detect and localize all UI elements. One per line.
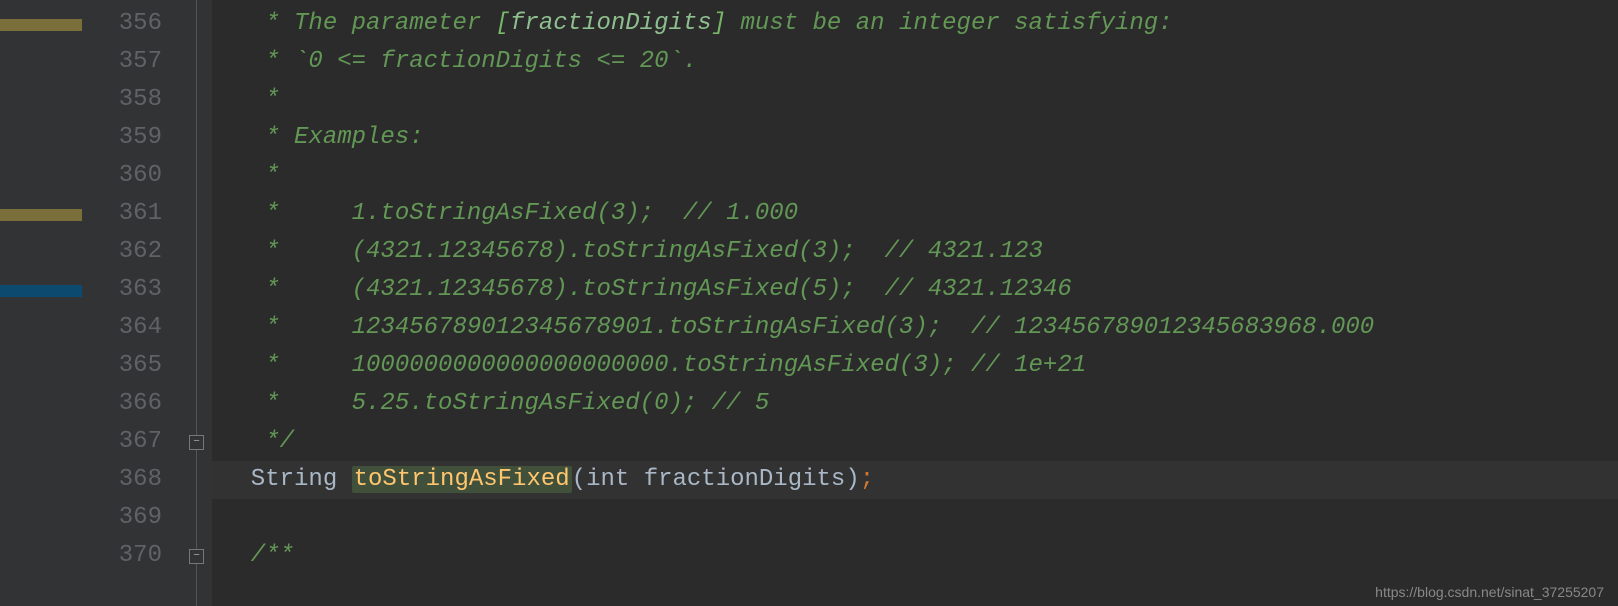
code-token: * 1000000000000000000000.toStringAsFixed…: [222, 352, 1086, 379]
code-token: * The parameter: [222, 10, 496, 37]
code-line[interactable]: /**: [212, 537, 1618, 575]
change-marker: [0, 209, 82, 221]
line-number: 357: [82, 43, 162, 81]
code-line[interactable]: * (4321.12345678).toStringAsFixed(5); //…: [212, 271, 1618, 309]
code-token: int: [586, 466, 644, 493]
change-marker: [0, 285, 82, 297]
line-number: 360: [82, 157, 162, 195]
code-line[interactable]: * (4321.12345678).toStringAsFixed(3); //…: [212, 233, 1618, 271]
line-number: 366: [82, 385, 162, 423]
code-line[interactable]: * 123456789012345678901.toStringAsFixed(…: [212, 309, 1618, 347]
code-editor[interactable]: 3563573583593603613623633643653663673683…: [0, 0, 1618, 606]
line-number: 364: [82, 309, 162, 347]
code-token: */: [222, 428, 294, 455]
code-line[interactable]: *: [212, 157, 1618, 195]
code-token: /**: [222, 542, 294, 569]
code-line[interactable]: * `0 <= fractionDigits <= 20`.: [212, 43, 1618, 81]
code-area[interactable]: * The parameter [fractionDigits] must be…: [212, 0, 1618, 606]
fold-guide-line: [196, 0, 197, 606]
code-line[interactable]: */: [212, 423, 1618, 461]
fold-start-icon[interactable]: −: [189, 549, 204, 564]
code-line[interactable]: [212, 499, 1618, 537]
code-line[interactable]: * 5.25.toStringAsFixed(0); // 5: [212, 385, 1618, 423]
line-number: 363: [82, 271, 162, 309]
code-token: * 5.25.toStringAsFixed(0); // 5: [222, 390, 769, 417]
code-line[interactable]: String toStringAsFixed(int fractionDigit…: [212, 461, 1618, 499]
watermark-text: https://blog.csdn.net/sinat_37255207: [1375, 584, 1604, 600]
line-number: 365: [82, 347, 162, 385]
code-token: must be an integer satisfying:: [726, 10, 1172, 37]
line-number: 362: [82, 233, 162, 271]
code-token: *: [222, 86, 280, 113]
code-token: fractionDigits: [644, 466, 846, 493]
fold-end-icon[interactable]: −: [189, 435, 204, 450]
change-marker: [0, 19, 82, 31]
code-token: ]: [712, 10, 726, 37]
line-number: 361: [82, 195, 162, 233]
code-token: ;: [860, 466, 874, 493]
line-number: 359: [82, 119, 162, 157]
code-token: * 1.toStringAsFixed(3); // 1.000: [222, 200, 798, 227]
code-token: String: [222, 466, 352, 493]
code-token: ): [845, 466, 859, 493]
line-number: 368: [82, 461, 162, 499]
code-line[interactable]: * Examples:: [212, 119, 1618, 157]
code-token: * 123456789012345678901.toStringAsFixed(…: [222, 314, 1374, 341]
code-line[interactable]: * 1000000000000000000000.toStringAsFixed…: [212, 347, 1618, 385]
code-token: [: [496, 10, 510, 37]
code-line[interactable]: * The parameter [fractionDigits] must be…: [212, 5, 1618, 43]
code-line[interactable]: *: [212, 81, 1618, 119]
code-token: *: [222, 162, 280, 189]
code-token: * (4321.12345678).toStringAsFixed(3); //…: [222, 238, 1043, 265]
code-token: * (4321.12345678).toStringAsFixed(5); //…: [222, 276, 1072, 303]
code-token: toStringAsFixed: [352, 466, 572, 493]
code-token: fractionDigits: [510, 10, 712, 37]
code-token: (: [572, 466, 586, 493]
line-number: 358: [82, 81, 162, 119]
marker-strip: [0, 0, 82, 606]
code-line[interactable]: * 1.toStringAsFixed(3); // 1.000: [212, 195, 1618, 233]
code-token: * Examples:: [222, 124, 424, 151]
line-number-gutter: 3563573583593603613623633643653663673683…: [82, 0, 182, 606]
line-number: 356: [82, 5, 162, 43]
line-number: 369: [82, 499, 162, 537]
code-token: * `0 <= fractionDigits <= 20`.: [222, 48, 697, 75]
line-number: 370: [82, 537, 162, 575]
fold-strip: −−: [182, 0, 212, 606]
line-number: 367: [82, 423, 162, 461]
